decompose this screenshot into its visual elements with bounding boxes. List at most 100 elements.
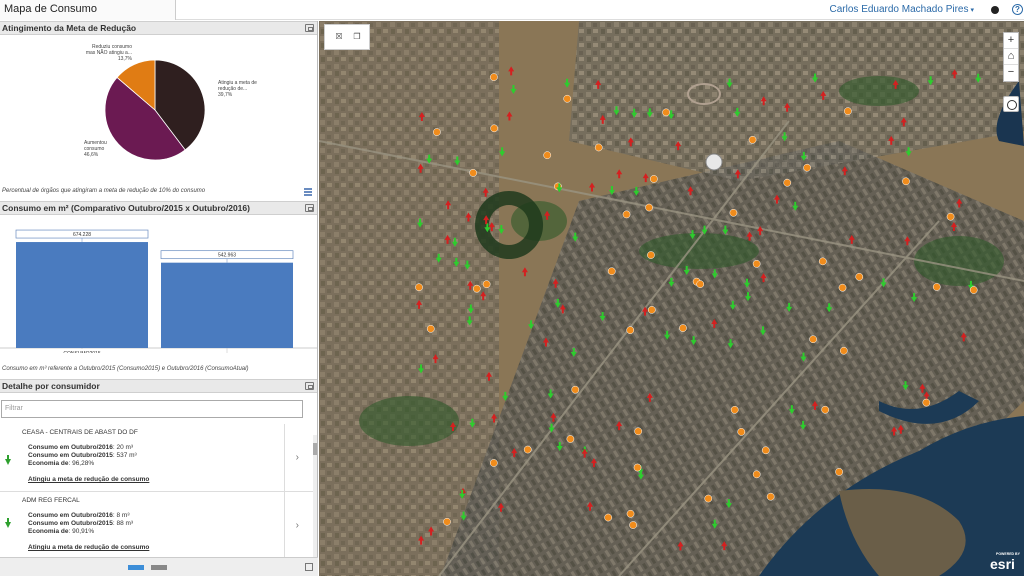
bar-panel-title: Consumo em m² (Comparativo Outubro/2015 … <box>2 203 250 213</box>
map-marker[interactable] <box>844 107 852 115</box>
map-marker[interactable] <box>946 212 955 221</box>
map-marker[interactable] <box>647 306 656 314</box>
bar-0[interactable] <box>16 242 148 348</box>
map-marker[interactable] <box>761 446 770 455</box>
map-marker[interactable] <box>443 517 451 526</box>
map-marker[interactable] <box>523 445 532 454</box>
map-marker[interactable] <box>543 151 552 160</box>
chevron-down-icon[interactable]: ▾ <box>970 7 974 14</box>
detail-panel-header: Detalhe por consumidor <box>0 379 317 393</box>
expand-icon[interactable] <box>305 563 313 571</box>
pie-label-reduziu: Reduziu consumo mas NÃO atingiu a... 13,7% <box>85 44 132 62</box>
user-name[interactable]: Carlos Eduardo Machado Pires <box>830 4 969 15</box>
bar-1[interactable] <box>161 262 293 348</box>
maximize-icon[interactable] <box>305 382 314 390</box>
home-button[interactable]: ⌂ <box>1004 49 1018 65</box>
user-menu[interactable]: Carlos Eduardo Machado Pires ▾ <box>830 4 974 15</box>
map-toolbar: ☒ ❐ <box>324 24 370 50</box>
zoom-in-button[interactable]: + <box>1004 33 1018 49</box>
map-marker[interactable] <box>563 94 572 103</box>
map-marker[interactable] <box>809 335 817 344</box>
bar-value-label-1: 542.963 <box>218 253 236 259</box>
filter-input[interactable]: Filtrar <box>1 400 303 418</box>
map-marker[interactable] <box>766 492 775 501</box>
map-marker[interactable] <box>818 257 827 266</box>
map-marker[interactable] <box>922 398 931 407</box>
map-marker[interactable] <box>835 468 843 476</box>
chevron-right-icon[interactable]: › <box>296 452 299 463</box>
map-marker[interactable] <box>426 324 435 333</box>
consumer-name: CEASA - CENTRAIS DE ABAST DO DF <box>22 429 138 436</box>
map-marker[interactable] <box>932 283 941 291</box>
list-icon[interactable] <box>304 188 312 196</box>
map-marker[interactable] <box>415 283 423 292</box>
layers-icon[interactable]: ❐ <box>351 32 363 42</box>
map-marker[interactable] <box>696 280 705 288</box>
map-marker[interactable] <box>607 267 616 276</box>
scrollbar[interactable] <box>313 435 317 569</box>
consumer-name: ADM REG FERCAL <box>22 497 80 504</box>
legend-icon[interactable]: ☒ <box>333 32 345 42</box>
map-marker[interactable] <box>633 463 642 472</box>
list-item[interactable]: CEASA - CENTRAIS DE ABAST DO DF Consumo … <box>0 424 313 492</box>
map-marker[interactable] <box>855 272 864 281</box>
maximize-icon[interactable] <box>305 204 314 212</box>
map-marker[interactable] <box>489 459 498 467</box>
map-marker[interactable] <box>679 324 687 332</box>
map-marker[interactable] <box>821 405 830 414</box>
map-marker[interactable] <box>839 346 848 355</box>
map-view[interactable] <box>319 21 1024 576</box>
map-marker[interactable] <box>647 251 655 259</box>
map-marker[interactable] <box>566 435 575 443</box>
map-marker[interactable] <box>604 513 613 522</box>
satellite-map[interactable] <box>319 21 1024 576</box>
scrollbar-thumb[interactable] <box>313 443 317 455</box>
map-marker[interactable] <box>490 124 498 133</box>
map-marker[interactable] <box>902 177 910 186</box>
map-marker[interactable] <box>626 509 635 518</box>
map-marker[interactable] <box>803 163 811 172</box>
map-marker[interactable] <box>433 128 441 136</box>
pie-caption: Percentual de órgãos que atingiram a met… <box>2 188 206 194</box>
status-text[interactable]: Atingiu a meta de redução de consumo <box>28 544 149 551</box>
map-marker[interactable] <box>571 385 580 394</box>
map-marker[interactable] <box>729 208 738 217</box>
status-text[interactable]: Atingiu a meta de redução de consumo <box>28 476 149 483</box>
top-bar: Mapa de Consumo Carlos Eduardo Machado P… <box>0 0 1024 20</box>
map-marker[interactable] <box>752 259 761 268</box>
map-marker[interactable] <box>650 175 658 183</box>
map-marker[interactable] <box>645 203 653 212</box>
map-marker[interactable] <box>783 178 792 187</box>
map-marker[interactable] <box>626 326 635 335</box>
map-marker[interactable] <box>838 283 847 292</box>
pie-panel-title: Atingimento da Meta de Redução <box>2 23 137 33</box>
map-marker[interactable] <box>704 494 713 503</box>
map-marker[interactable] <box>737 428 746 436</box>
maximize-icon[interactable] <box>305 24 314 32</box>
map-marker[interactable] <box>594 143 603 152</box>
map-marker[interactable] <box>634 427 643 436</box>
bar-caption: Consumo em m³ referente a Outubro/2015 (… <box>2 366 249 372</box>
status-dot-icon[interactable] <box>991 6 999 14</box>
zoom-control: + ⌂ − <box>1003 32 1019 82</box>
zoom-out-button[interactable]: − <box>1004 65 1018 81</box>
esri-logo: POWERED BY esri <box>990 552 1020 572</box>
map-marker[interactable] <box>622 210 631 219</box>
chevron-right-icon[interactable]: › <box>296 520 299 531</box>
map-marker[interactable] <box>482 280 491 289</box>
map-marker[interactable] <box>748 135 757 144</box>
page-indicator-active[interactable] <box>128 565 144 570</box>
map-marker[interactable] <box>752 470 761 479</box>
map-marker[interactable] <box>490 73 498 81</box>
map-marker[interactable] <box>969 286 978 294</box>
locate-icon[interactable] <box>1003 96 1019 112</box>
map-marker[interactable] <box>472 284 481 293</box>
map-marker[interactable] <box>469 169 477 177</box>
page-indicator[interactable] <box>151 565 167 570</box>
list-item[interactable]: ADM REG FERCAL Consumo em Outubro/2016: … <box>0 492 313 560</box>
map-marker[interactable] <box>629 521 637 529</box>
help-icon[interactable]: ? <box>1012 4 1023 15</box>
map-marker[interactable] <box>662 108 670 117</box>
map-marker[interactable] <box>730 405 739 414</box>
down-arrow-icon <box>5 518 11 528</box>
